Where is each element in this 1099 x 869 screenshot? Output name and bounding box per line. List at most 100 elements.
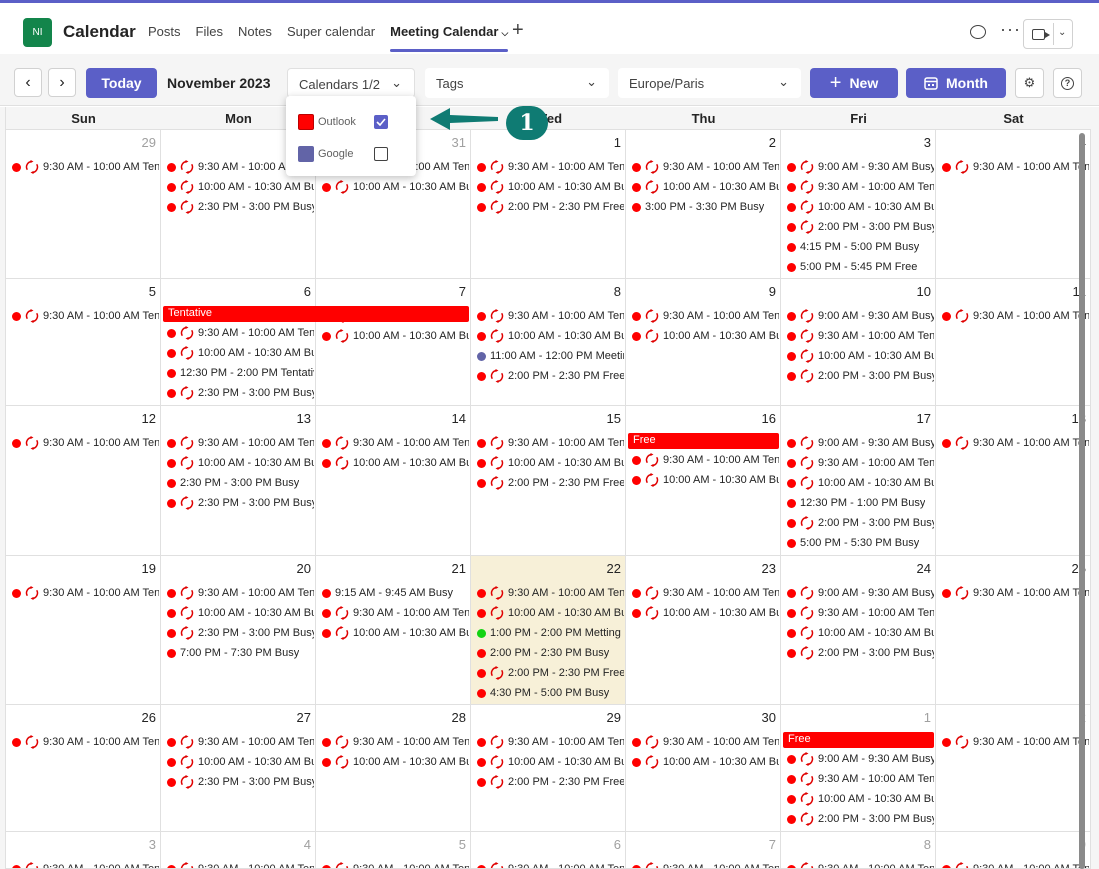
tab-notes[interactable]: Notes (238, 24, 272, 49)
day-number[interactable]: 20 (297, 561, 311, 576)
day-cell[interactable]: 29 9:30 AM - 10:00 AM Tentative 10:00 AM -… (471, 705, 626, 832)
day-number[interactable]: 13 (297, 411, 311, 426)
day-cell[interactable]: 1 9:30 AM - 10:00 AM Tentative 10:00 AM - … (471, 130, 626, 279)
day-cell[interactable]: 259:30 AM - 10:00 AM Tentative (936, 556, 1091, 705)
calendar-event[interactable]: 9:30 AM - 10:00 AM Tentative (632, 584, 779, 602)
calendar-event[interactable]: 9:00 AM - 9:30 AM Busy (787, 434, 934, 452)
day-cell[interactable]: 21 9:15 AM - 9:45 AM Busy 9:30 AM - 10:00 … (316, 556, 471, 705)
tags-dropdown[interactable]: Tags ⌄ (425, 68, 609, 98)
calendar-event[interactable]: 2:00 PM - 3:00 PM Busy (787, 810, 934, 828)
day-number[interactable]: 7 (459, 284, 466, 299)
calendar-event[interactable]: 9:30 AM - 10:00 AM Tentative (477, 158, 624, 176)
calendar-event[interactable]: 1:00 PM - 2:00 PM Metting (477, 624, 621, 642)
day-cell[interactable]: 8 9:30 AM - 10:00 AM Tentative (781, 832, 936, 869)
calendar-event[interactable]: 2:00 PM - 2:30 PM Free (477, 367, 624, 385)
calendar-event[interactable]: 10:00 AM - 10:30 AM Busy (477, 604, 624, 622)
calendar-event[interactable]: 10:00 AM - 10:30 AM Busy (632, 327, 779, 345)
calendar-event[interactable]: 9:30 AM - 10:00 AM Tentative (942, 584, 1089, 602)
calendar-event[interactable]: 9:30 AM - 10:00 AM Tentative (787, 327, 934, 345)
calendar-event[interactable]: 10:00 AM - 10:30 AM Busy (322, 178, 469, 196)
calendar-event[interactable]: 11:00 AM - 12:00 PM Meeting (477, 347, 624, 365)
day-number[interactable]: 28 (452, 710, 466, 725)
day-number[interactable]: 23 (762, 561, 776, 576)
day-cell[interactable]: 24 9:00 AM - 9:30 AM Busy 9:30 AM - 10:00 … (781, 556, 936, 705)
calendar-event[interactable]: 2:00 PM - 2:30 PM Free (477, 198, 624, 216)
calendar-event[interactable]: 2:00 PM - 3:00 PM Busy (787, 218, 934, 236)
day-number[interactable]: 8 (924, 837, 931, 852)
day-number[interactable]: 6 (304, 284, 311, 299)
day-number[interactable]: 1 (924, 710, 931, 725)
calendar-event[interactable]: 2:00 PM - 3:00 PM Busy (787, 514, 934, 532)
calendar-event[interactable]: 9:00 AM - 9:30 AM Busy (787, 750, 934, 768)
calendar-event[interactable]: 10:00 AM - 10:30 AM Busy (322, 454, 469, 472)
calendar-event[interactable]: 9:00 AM - 9:30 AM Busy (787, 584, 934, 602)
day-cell[interactable]: 119:30 AM - 10:00 AM Tentative (936, 279, 1091, 406)
calendar-event[interactable]: 2:00 PM - 2:30 PM Free (477, 664, 624, 682)
calendar-event[interactable]: 10:00 AM - 10:30 AM Busy (322, 624, 469, 642)
calendar-event[interactable]: 10:00 AM - 10:30 AM Busy (787, 198, 934, 216)
calendar-event[interactable]: 9:30 AM - 10:00 AM Tentative (632, 733, 779, 751)
calendar-event[interactable]: 9:15 AM - 9:45 AM Busy (322, 584, 453, 602)
calendar-event[interactable]: 9:30 AM - 10:00 AM Tentative (942, 733, 1089, 751)
calendar-event[interactable]: 10:00 AM - 10:30 AM Busy (477, 178, 624, 196)
day-cell[interactable]: 28 9:30 AM - 10:00 AM Tentative 10:00 AM -… (316, 705, 471, 832)
view-month-button[interactable]: Month (906, 68, 1006, 98)
day-number[interactable]: 29 (607, 710, 621, 725)
calendar-event[interactable]: 9:30 AM - 10:00 AM Tentative (167, 860, 314, 868)
day-cell[interactable]: 19 9:30 AM - 10:00 AM Tentative (6, 556, 161, 705)
chat-icon[interactable] (970, 25, 986, 39)
day-number[interactable]: 2 (769, 135, 776, 150)
chevron-down-icon[interactable]: ⌄ (1058, 27, 1066, 38)
calendar-event[interactable]: 2:30 PM - 3:00 PM Busy (167, 198, 314, 216)
day-number[interactable]: 6 (614, 837, 621, 852)
all-day-event[interactable]: Free (628, 433, 779, 449)
day-number[interactable]: 22 (607, 561, 621, 576)
day-cell[interactable]: 27 9:30 AM - 10:00 AM Tentative 10:00 AM -… (161, 705, 316, 832)
calendar-event[interactable]: 2:00 PM - 2:30 PM Free (477, 474, 624, 492)
calendar-event[interactable]: 9:30 AM - 10:00 AM Tentative (167, 324, 314, 342)
calendar-event[interactable]: 2:00 PM - 2:30 PM Free (477, 773, 624, 791)
calendar-event[interactable]: 10:00 AM - 10:30 AM Busy (787, 790, 934, 808)
calendar-event[interactable]: 9:30 AM - 10:00 AM Tentative (787, 604, 934, 622)
calendar-event[interactable]: 9:30 AM - 10:00 AM Tentative (632, 451, 779, 469)
calendar-event[interactable]: 10:00 AM - 10:30 AM Busy (632, 178, 779, 196)
day-number[interactable]: 29 (142, 135, 156, 150)
calendar-event[interactable]: 9:30 AM - 10:00 AM Tentative (322, 434, 469, 452)
calendar-event[interactable]: 4:15 PM - 5:00 PM Busy (787, 238, 919, 256)
calendar-event[interactable]: 9:30 AM - 10:00 AM Tentative (322, 860, 469, 868)
calendar-event[interactable]: 5:00 PM - 5:30 PM Busy (787, 534, 919, 552)
calendar-event[interactable]: 10:00 AM - 10:30 AM Busy (167, 178, 314, 196)
day-cell[interactable]: 49:30 AM - 10:00 AM Tentative (936, 130, 1091, 279)
add-tab-button[interactable]: + (512, 19, 524, 42)
calendar-event[interactable]: 9:30 AM - 10:00 AM Tentative (942, 307, 1089, 325)
calendar-event[interactable]: 9:30 AM - 10:00 AM Tentative (787, 860, 934, 868)
day-number[interactable]: 5 (459, 837, 466, 852)
tab-meeting-calendar[interactable]: Meeting Calendar ⌵ (390, 24, 509, 52)
calendar-option-google[interactable]: Google (298, 144, 353, 164)
calendar-event[interactable]: 10:00 AM - 10:30 AM Busy (167, 604, 314, 622)
day-number[interactable]: 3 (149, 837, 156, 852)
day-cell[interactable]: 16 Free 9:30 AM - 10:00 AM Tentative 10:00 … (626, 406, 781, 556)
calendar-event[interactable]: 9:30 AM - 10:00 AM Tentative (322, 733, 469, 751)
calendar-event[interactable]: 9:30 AM - 10:00 AM Tentative (787, 178, 934, 196)
day-cell[interactable]: 15 9:30 AM - 10:00 AM Tentative 10:00 AM -… (471, 406, 626, 556)
calendar-event[interactable]: 9:30 AM - 10:00 AM Tentative (12, 860, 159, 868)
calendar-event[interactable]: 9:30 AM - 10:00 AM Tentative (632, 307, 779, 325)
calendar-event[interactable]: 2:30 PM - 3:00 PM Busy (167, 624, 314, 642)
day-cell[interactable]: 12 9:30 AM - 10:00 AM Tentative (6, 406, 161, 556)
day-cell[interactable]: 79:30 AM - 10:00 AM Tentative10:00 AM - … (316, 279, 471, 406)
day-cell[interactable]: 1 Free 9:00 AM - 9:30 AM Busy 9:30 AM - 10:… (781, 705, 936, 832)
calendar-event[interactable]: 2:30 PM - 3:00 PM Busy (167, 474, 299, 492)
day-cell[interactable]: 3 9:30 AM - 10:00 AM Tentative (6, 832, 161, 869)
calendar-event[interactable]: 9:30 AM - 10:00 AM Tentative (942, 158, 1089, 176)
calendar-event[interactable]: 10:00 AM - 10:30 AM Busy (787, 624, 934, 642)
day-cell[interactable]: 13 9:30 AM - 10:00 AM Tentative 10:00 AM -… (161, 406, 316, 556)
calendar-event[interactable]: 9:30 AM - 10:00 AM Tentative (787, 454, 934, 472)
calendar-event[interactable]: 9:00 AM - 9:30 AM Busy (787, 158, 934, 176)
day-number[interactable]: 5 (149, 284, 156, 299)
outlook-checkbox[interactable] (374, 115, 388, 129)
calendar-option-outlook[interactable]: Outlook (298, 112, 356, 132)
day-cell[interactable]: 22 9:30 AM - 10:00 AM Tentative 10:00 AM -… (471, 556, 626, 705)
day-number[interactable]: 4 (304, 837, 311, 852)
calendar-event[interactable]: 10:00 AM - 10:30 AM Busy (787, 347, 934, 365)
